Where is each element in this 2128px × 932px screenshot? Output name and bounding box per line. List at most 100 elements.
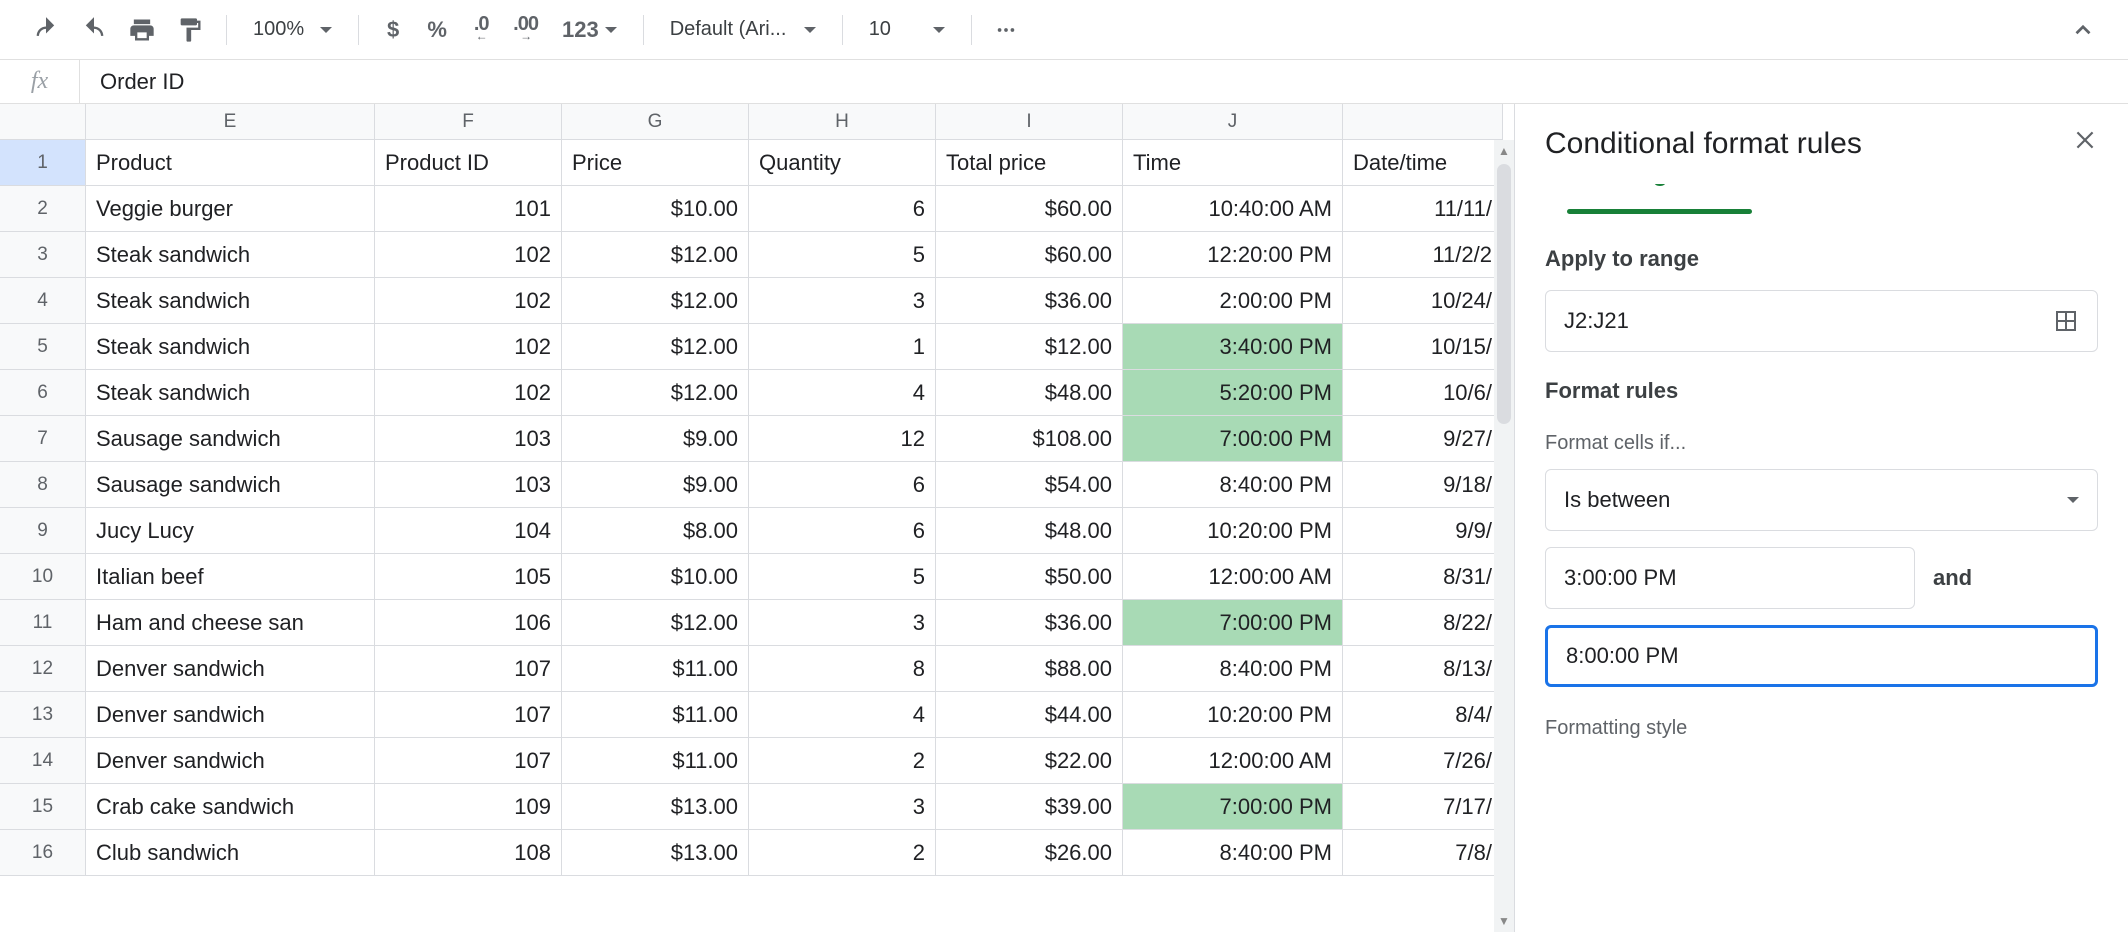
row-header[interactable]: 12 (0, 646, 86, 692)
cell[interactable]: 105 (375, 554, 562, 600)
cell[interactable]: 12:00:00 AM (1123, 554, 1343, 600)
row-header[interactable]: 15 (0, 784, 86, 830)
cell[interactable]: Sausage sandwich (86, 416, 375, 462)
cell[interactable]: $22.00 (936, 738, 1123, 784)
cell[interactable]: $11.00 (562, 738, 749, 784)
cell[interactable]: 12:20:00 PM (1123, 232, 1343, 278)
paint-format-button[interactable] (168, 10, 212, 50)
select-all-corner[interactable] (0, 104, 86, 140)
cell[interactable]: 10:20:00 PM (1123, 692, 1343, 738)
cell[interactable]: $11.00 (562, 646, 749, 692)
cell[interactable]: $10.00 (562, 186, 749, 232)
cell[interactable]: $26.00 (936, 830, 1123, 876)
cell[interactable]: $36.00 (936, 600, 1123, 646)
header-cell[interactable]: Price (562, 140, 749, 186)
cell[interactable]: 101 (375, 186, 562, 232)
tab-color-scale[interactable]: Color scale (1886, 184, 2037, 192)
cell[interactable]: 3:40:00 PM (1123, 324, 1343, 370)
column-header[interactable]: H (749, 104, 936, 140)
header-cell[interactable]: Quantity (749, 140, 936, 186)
cell[interactable]: 8/13/ (1343, 646, 1503, 692)
tab-single-color[interactable]: Single color (1606, 184, 1765, 192)
cell[interactable]: 102 (375, 324, 562, 370)
cell[interactable]: 7/26/ (1343, 738, 1503, 784)
cell[interactable]: 106 (375, 600, 562, 646)
close-button[interactable] (2072, 127, 2098, 161)
cell[interactable]: 11/11/ (1343, 186, 1503, 232)
cell[interactable]: $13.00 (562, 784, 749, 830)
cell[interactable]: 5:20:00 PM (1123, 370, 1343, 416)
cell[interactable]: Ham and cheese san (86, 600, 375, 646)
vertical-scrollbar[interactable]: ▲ ▼ (1494, 140, 1514, 932)
cell[interactable]: $60.00 (936, 232, 1123, 278)
cell[interactable]: 1 (749, 324, 936, 370)
cell[interactable]: 7/17/ (1343, 784, 1503, 830)
cell[interactable]: 107 (375, 646, 562, 692)
cell[interactable]: 103 (375, 416, 562, 462)
min-value-input[interactable] (1545, 547, 1915, 609)
cell[interactable]: 3 (749, 784, 936, 830)
row-header[interactable]: 6 (0, 370, 86, 416)
cell[interactable]: 8:40:00 PM (1123, 830, 1343, 876)
cell[interactable]: 8/31/ (1343, 554, 1503, 600)
cell[interactable]: Denver sandwich (86, 738, 375, 784)
cell[interactable]: Steak sandwich (86, 232, 375, 278)
max-value-input[interactable] (1545, 625, 2098, 687)
cell[interactable]: $50.00 (936, 554, 1123, 600)
cell[interactable]: 8:40:00 PM (1123, 462, 1343, 508)
cell[interactable]: Steak sandwich (86, 370, 375, 416)
cell[interactable]: 3 (749, 278, 936, 324)
cell[interactable]: 102 (375, 370, 562, 416)
cell[interactable]: Club sandwich (86, 830, 375, 876)
cell[interactable]: $12.00 (562, 370, 749, 416)
cell[interactable]: $13.00 (562, 830, 749, 876)
zoom-dropdown[interactable]: 100% (241, 10, 344, 50)
cell[interactable]: 12 (749, 416, 936, 462)
cell[interactable]: 102 (375, 278, 562, 324)
cell[interactable]: 9/18/ (1343, 462, 1503, 508)
cell[interactable]: 102 (375, 232, 562, 278)
column-header[interactable]: G (562, 104, 749, 140)
cell[interactable]: Denver sandwich (86, 646, 375, 692)
cell[interactable]: 3 (749, 600, 936, 646)
cell[interactable]: Jucy Lucy (86, 508, 375, 554)
cell[interactable]: Italian beef (86, 554, 375, 600)
cell[interactable]: $12.00 (562, 278, 749, 324)
cell[interactable]: 8 (749, 646, 936, 692)
cell[interactable]: 4 (749, 692, 936, 738)
row-header[interactable]: 2 (0, 186, 86, 232)
cell[interactable]: $12.00 (562, 324, 749, 370)
cell[interactable]: 8/22/ (1343, 600, 1503, 646)
font-size-dropdown[interactable]: 10 (857, 10, 957, 50)
cell[interactable]: 103 (375, 462, 562, 508)
cell[interactable]: 6 (749, 462, 936, 508)
cell[interactable]: $48.00 (936, 370, 1123, 416)
row-header[interactable]: 14 (0, 738, 86, 784)
header-cell[interactable]: Product ID (375, 140, 562, 186)
cell[interactable]: $12.00 (562, 232, 749, 278)
row-header[interactable]: 11 (0, 600, 86, 646)
cell[interactable]: $36.00 (936, 278, 1123, 324)
row-header[interactable]: 5 (0, 324, 86, 370)
row-header[interactable]: 10 (0, 554, 86, 600)
percent-button[interactable]: % (417, 10, 457, 50)
cell[interactable]: 2 (749, 830, 936, 876)
cell[interactable]: 104 (375, 508, 562, 554)
select-range-icon[interactable] (2053, 308, 2079, 334)
cell[interactable]: $12.00 (936, 324, 1123, 370)
row-header[interactable]: 13 (0, 692, 86, 738)
cell[interactable]: 107 (375, 692, 562, 738)
cell[interactable]: 7:00:00 PM (1123, 784, 1343, 830)
row-header[interactable]: 8 (0, 462, 86, 508)
cell[interactable]: $44.00 (936, 692, 1123, 738)
cell[interactable]: Veggie burger (86, 186, 375, 232)
undo-button[interactable] (24, 10, 68, 50)
spreadsheet-grid[interactable]: EFGHIJ1ProductProduct IDPriceQuantityTot… (0, 104, 1514, 932)
cell[interactable]: 4 (749, 370, 936, 416)
cell[interactable]: 11/2/2 (1343, 232, 1503, 278)
row-header[interactable]: 1 (0, 140, 86, 186)
cell[interactable]: $10.00 (562, 554, 749, 600)
cell[interactable]: 10/15/ (1343, 324, 1503, 370)
cell[interactable]: $11.00 (562, 692, 749, 738)
cell[interactable]: Steak sandwich (86, 278, 375, 324)
